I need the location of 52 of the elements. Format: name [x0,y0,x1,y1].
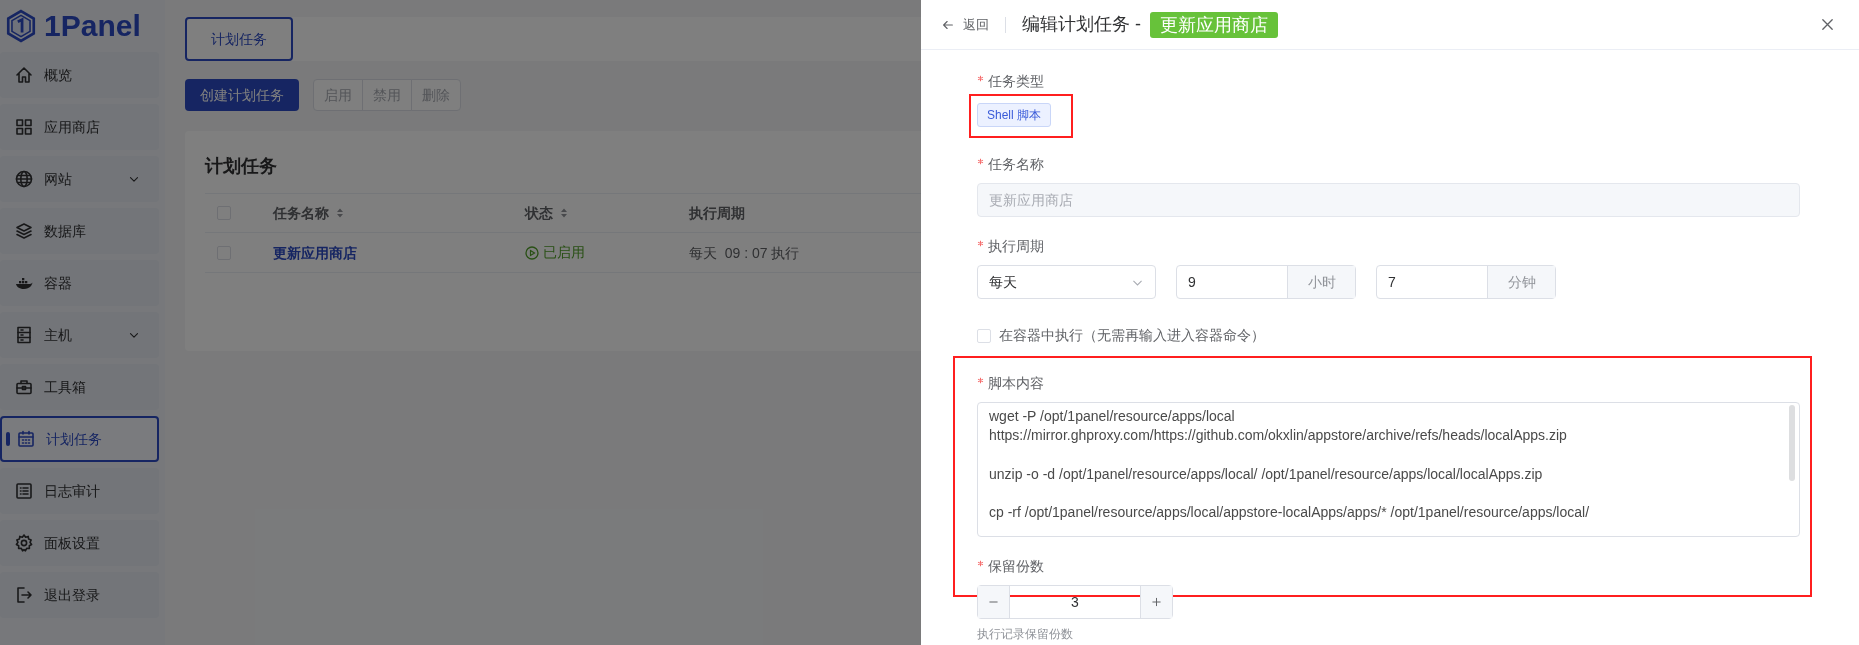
column-header: 任务名称 [273,203,329,223]
checkbox-label: 在容器中执行（无需再输入进入容器命令） [999,326,1265,345]
period-select[interactable]: 每天 [977,265,1156,299]
task-name-tag: 更新应用商店 [1150,11,1278,38]
back-button[interactable]: 返回 [941,14,989,35]
sidebar-item[interactable]: 主机 [0,312,159,358]
sidebar-item[interactable]: 日志审计 [0,468,159,514]
field-label: 保留份数 [988,556,1044,576]
layers-icon [14,221,34,241]
column-header: 执行周期 [689,203,745,223]
server-icon [14,325,34,345]
number-field[interactable]: 3 [977,585,1173,619]
sidebar-item[interactable]: 容器 [0,260,159,306]
drawer-title: 编辑计划任务 - [1022,13,1142,36]
sidebar-item[interactable]: 应用商店 [0,104,159,150]
sidebar-item[interactable]: 概览 [0,52,159,98]
close-icon[interactable] [1820,17,1835,32]
list-icon [14,481,34,501]
scrollbar-thumb[interactable] [1789,405,1795,481]
calendar-icon [16,429,36,449]
table-cell: 每天 09 : 07 执行 [689,244,800,261]
settings-icon [14,533,34,553]
field-label: 执行周期 [988,236,1044,256]
page-tab[interactable]: 计划任务 [185,17,293,61]
sidebar-item[interactable]: 退出登录 [0,572,159,618]
plus-icon [1140,586,1172,618]
field-label: 脚本内容 [988,373,1044,393]
grid-icon [14,117,34,137]
column-header: 状态 [525,203,553,223]
minus-icon [978,586,1010,618]
type-tag: Shell 脚本 [977,103,1052,127]
toolbox-icon [14,377,34,397]
checkbox[interactable] [977,328,991,343]
active-indicator [6,432,10,446]
logo-text: 1Panel [44,11,141,41]
sidebar-item[interactable]: 计划任务 [0,416,159,462]
task-name-link[interactable]: 更新应用商店 [273,244,357,261]
home-icon [14,65,34,85]
field-label: 任务名称 [988,154,1044,174]
logo-icon [4,9,38,43]
card-title: 计划任务 [205,156,277,176]
create-button[interactable]: 创建计划任务 [185,79,299,111]
sidebar-item[interactable]: 网站 [0,156,159,202]
logout-icon [14,585,34,605]
script-textarea[interactable]: wget -P /opt/1panel/resource/apps/local https://mirror.ghproxy.com/https://github.com/okxlin/appstore/archive/refs/heads/localApps.zip unzip -o -d /opt/1panel/resource/apps/local/ /opt/1panel/resource/apps/local/localApps.zip cp -rf /opt/1panel/resource/apps/local/appstore-localApps/apps/* /opt/1panel/resource/apps/local/ [977,402,1800,537]
sidebar-item[interactable]: 面板设置 [0,520,159,566]
field-label: 任务类型 [988,71,1044,91]
sidebar-item[interactable]: 工具箱 [0,364,159,410]
status-button[interactable]: 已启用 [543,242,585,263]
sidebar-item[interactable]: 数据库 [0,208,159,254]
globe-icon [14,169,34,189]
field-hint: 执行记录保留份数 [977,626,1074,643]
